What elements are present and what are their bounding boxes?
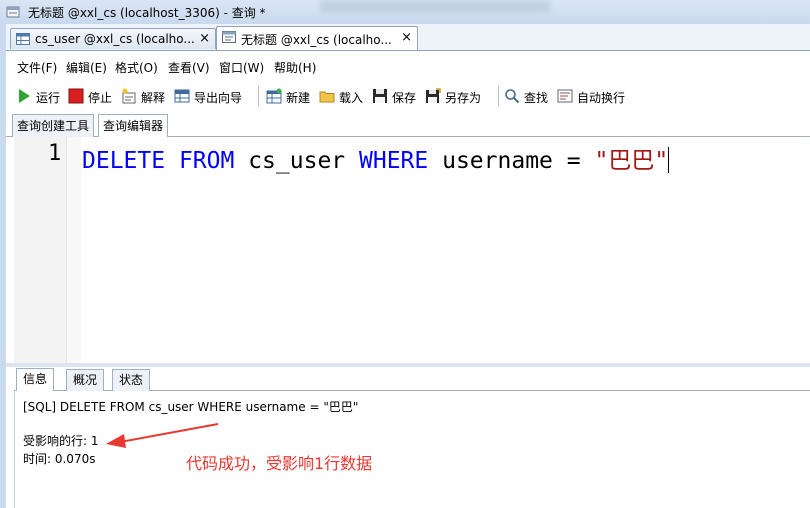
menu-format[interactable]: 格式(O) [115, 59, 158, 76]
menu-help[interactable]: 帮助(H) [274, 59, 316, 76]
annotation-arrow [106, 423, 219, 448]
title-bar: 无标题 @xxl_cs (localhost_3306) - 查询 * [0, 0, 810, 24]
new-query-icon [266, 88, 282, 104]
save-as-icon [426, 88, 441, 103]
menu-edit[interactable]: 编辑(E) [66, 59, 107, 76]
document-tabs: cs_user @xxl_cs (localho... × 无标题 @xxl_c… [6, 26, 810, 50]
sql-editor[interactable]: 1 DELETE FROM cs_user WHERE username = "… [14, 137, 810, 363]
close-icon[interactable]: × [401, 30, 412, 45]
doc-tab-query[interactable]: 无标题 @xxl_cs (localho... × [216, 26, 418, 50]
keyword-where: WHERE [359, 148, 429, 174]
operator: = [566, 148, 581, 174]
keyword-delete: DELETE [82, 148, 166, 174]
menu-window[interactable]: 窗口(W) [219, 59, 264, 76]
text-caret [668, 147, 670, 173]
search-icon [505, 89, 520, 104]
affected-rows: 受影响的行: 1 [23, 434, 99, 448]
toolbar: 运行 停止 解释 导出向导 新建 载入 保存 另存为 查找 自动换行 [6, 82, 810, 110]
word-wrap-icon [557, 89, 573, 103]
result-tabs: 信息 概况 状态 [14, 367, 810, 391]
keyword-from: FROM [178, 148, 235, 174]
tab-status[interactable]: 状态 [112, 369, 151, 391]
query-icon [222, 31, 236, 43]
stop-icon [68, 88, 84, 104]
line-number-gutter [14, 137, 66, 363]
editor-mode-tabs: 查询创建工具 查询编辑器 [6, 112, 810, 138]
column-name: username [442, 148, 553, 174]
executed-sql: [SQL] DELETE FROM cs_user WHERE username… [23, 400, 359, 414]
line-number: 1 [48, 141, 62, 166]
close-icon[interactable]: × [199, 31, 210, 46]
folder-icon [319, 91, 335, 103]
table-icon [16, 33, 30, 45]
menu-bar: 文件(F) 编辑(E) 格式(O) 查看(V) 窗口(W) 帮助(H) [6, 57, 810, 77]
doc-tab-cs-user[interactable]: cs_user @xxl_cs (localho... × [10, 28, 216, 49]
export-icon [174, 89, 190, 103]
doc-tab-label: 无标题 @xxl_cs (localho... [241, 33, 392, 47]
save-icon [373, 89, 387, 103]
explain-icon [122, 88, 136, 104]
tab-message[interactable]: 信息 [16, 368, 55, 391]
table-name: cs_user [248, 148, 346, 174]
app-icon [6, 6, 20, 18]
doc-tab-label: cs_user @xxl_cs (localho... [35, 32, 195, 46]
menu-view[interactable]: 查看(V) [168, 59, 210, 76]
tab-query-editor[interactable]: 查询编辑器 [98, 114, 169, 138]
window-title: 无标题 @xxl_cs (localhost_3306) - 查询 * [28, 6, 266, 20]
string-literal: "巴巴" [594, 148, 669, 174]
annotation-text: 代码成功，受影响1行数据 [186, 454, 373, 473]
play-icon [19, 89, 30, 103]
menu-file[interactable]: 文件(F) [17, 59, 57, 76]
tab-profile[interactable]: 概况 [66, 369, 105, 391]
tab-query-builder[interactable]: 查询创建工具 [12, 114, 95, 137]
execution-time: 时间: 0.070s [23, 452, 96, 466]
sql-code-line[interactable]: DELETE FROM cs_user WHERE username = "巴巴… [82, 141, 670, 175]
